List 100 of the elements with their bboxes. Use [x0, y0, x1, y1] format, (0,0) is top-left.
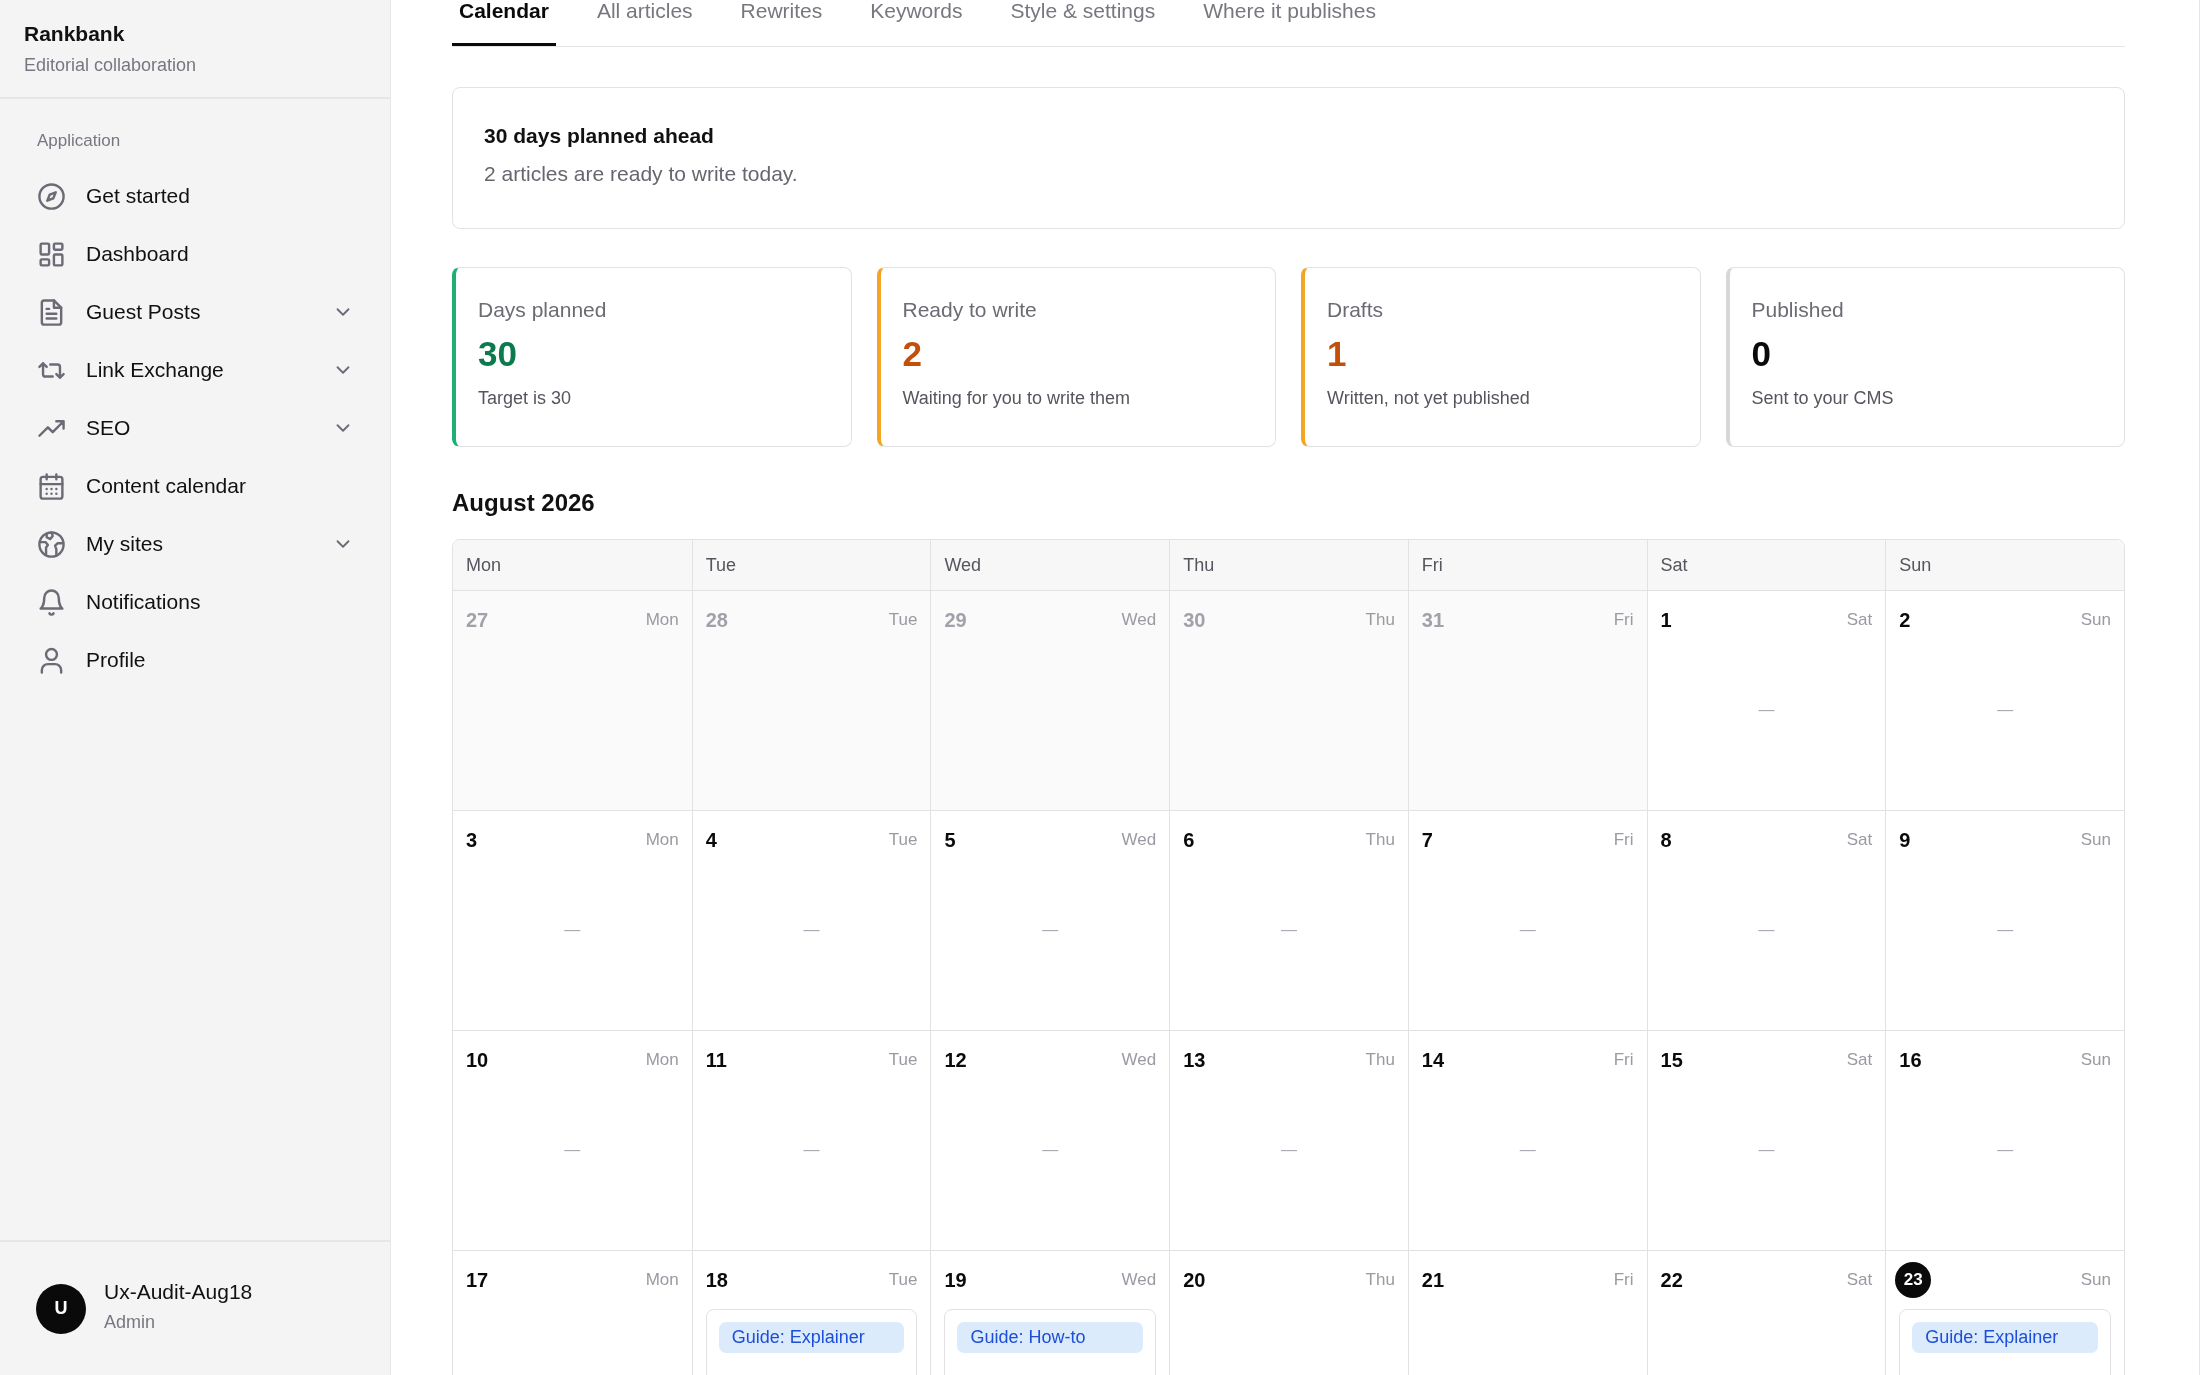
day-weekday: Mon	[645, 1050, 679, 1070]
day-cell[interactable]: 8 Sat —	[1646, 811, 1886, 1031]
summary-title: 30 days planned ahead	[484, 124, 714, 148]
sidebar-item[interactable]: Guest Posts	[0, 283, 390, 341]
day-number: 12	[944, 1048, 967, 1072]
day-cell[interactable]: 2 Sun —	[1885, 591, 2124, 811]
day-number: 22	[1660, 1268, 1683, 1292]
weekday-header: Mon	[453, 540, 692, 591]
user-role: Admin	[104, 1312, 156, 1333]
day-cell[interactable]: 13 Thu —	[1169, 1031, 1408, 1251]
day-weekday: Thu	[1365, 610, 1395, 630]
day-cell[interactable]: 1 Sat —	[1646, 591, 1886, 811]
day-number: 1	[1660, 608, 1672, 632]
day-weekday: Mon	[645, 830, 679, 850]
empty-day-mark: —	[1519, 1140, 1536, 1159]
day-number: 2	[1899, 608, 1911, 632]
empty-day-mark: —	[803, 920, 820, 939]
day-number: 19	[944, 1268, 967, 1292]
stat-label: Published	[1751, 298, 1844, 322]
tab[interactable]: Rewrites	[733, 0, 830, 46]
day-number: 16	[1899, 1048, 1922, 1072]
globe-icon	[37, 529, 66, 559]
sidebar-item[interactable]: Dashboard	[0, 225, 390, 283]
day-number: 14	[1421, 1048, 1445, 1072]
day-weekday: Wed	[1121, 830, 1157, 850]
article-card[interactable]: Guide: Explainer	[705, 1309, 918, 1375]
tab[interactable]: All articles	[589, 0, 700, 46]
stat-label: Drafts	[1327, 298, 1383, 322]
day-cell[interactable]: 6 Thu —	[1169, 811, 1408, 1031]
day-cell[interactable]: 9 Sun —	[1885, 811, 2124, 1031]
stat-label: Ready to write	[902, 298, 1037, 322]
day-cell[interactable]: 7 Fri —	[1407, 811, 1647, 1031]
day-weekday: Sun	[2080, 1050, 2111, 1070]
article-card[interactable]: Guide: How-to	[944, 1309, 1157, 1375]
day-number: 15	[1660, 1048, 1683, 1072]
stat-note: Sent to your CMS	[1751, 388, 1894, 409]
article-card[interactable]: Guide: Explainer	[1899, 1309, 2111, 1375]
stat-note: Target is 30	[478, 388, 572, 409]
article-tag: Guide: Explainer	[718, 1322, 905, 1353]
day-number: 20	[1183, 1268, 1206, 1292]
sidebar-item[interactable]: Notifications	[0, 573, 390, 631]
day-number: 3	[466, 828, 478, 852]
tab[interactable]: Where it publishes	[1196, 0, 1383, 46]
day-number: 11	[705, 1048, 727, 1072]
month-title: August 2026	[452, 489, 595, 517]
sidebar-item[interactable]: My sites	[0, 515, 390, 573]
day-weekday: Fri	[1613, 610, 1634, 630]
user-avatar[interactable]: U	[36, 1283, 86, 1334]
bell-icon	[37, 587, 66, 617]
weekday-header: Sun	[1885, 540, 2124, 591]
day-weekday: Mon	[645, 610, 679, 630]
day-weekday: Fri	[1613, 830, 1634, 850]
day-number: 30	[1183, 608, 1206, 632]
day-weekday: Wed	[1121, 1050, 1157, 1070]
sidebar-item[interactable]: Content calendar	[0, 457, 390, 515]
day-cell[interactable]: 4 Tue —	[691, 811, 931, 1031]
sidebar-item[interactable]: Link Exchange	[0, 341, 390, 399]
tab[interactable]: Style & settings	[1003, 0, 1163, 46]
stat-label: Days planned	[478, 298, 607, 322]
day-weekday: Sat	[1846, 610, 1873, 630]
empty-day-mark: —	[564, 920, 581, 939]
day-number: 5	[944, 828, 956, 852]
day-weekday: Sat	[1846, 1270, 1873, 1290]
empty-day-mark: —	[1042, 920, 1059, 939]
day-weekday: Fri	[1613, 1270, 1634, 1290]
day-cell[interactable]: 5 Wed —	[930, 811, 1170, 1031]
day-number: 6	[1183, 828, 1195, 852]
empty-day-mark: —	[564, 1140, 581, 1159]
day-number: 21	[1421, 1268, 1445, 1292]
day-number: 29	[944, 608, 967, 632]
user-name: Ux-Audit-Aug18	[104, 1280, 253, 1304]
day-cell[interactable]: 14 Fri —	[1407, 1031, 1647, 1251]
day-number: 7	[1421, 828, 1433, 852]
stat-value: 1	[1327, 334, 1347, 374]
tab[interactable]: Calendar	[452, 0, 556, 46]
day-cell[interactable]: 16 Sun —	[1885, 1031, 2124, 1251]
day-cell[interactable]: 15 Sat —	[1646, 1031, 1886, 1251]
weekday-header: Tue	[691, 540, 931, 591]
day-cell[interactable]: 12 Wed —	[930, 1031, 1170, 1251]
stat-note: Written, not yet published	[1327, 388, 1530, 409]
sidebar-item[interactable]: Profile	[0, 631, 390, 689]
dashboard-icon	[37, 239, 66, 269]
day-number: 23	[1895, 1262, 1932, 1298]
day-weekday: Wed	[1121, 1270, 1157, 1290]
empty-day-mark: —	[803, 1140, 820, 1159]
sidebar-item[interactable]: SEO	[0, 399, 390, 457]
day-number: 8	[1660, 828, 1672, 852]
section-label: Application	[37, 131, 121, 151]
stat-note: Waiting for you to write them	[902, 388, 1130, 409]
day-weekday: Thu	[1365, 1270, 1395, 1290]
empty-day-mark: —	[1997, 1140, 2014, 1159]
day-weekday: Wed	[1121, 610, 1157, 630]
stat-value: 2	[902, 334, 922, 374]
sidebar-item[interactable]: Get started	[0, 167, 390, 225]
empty-day-mark: —	[1997, 700, 2014, 719]
tab[interactable]: Keywords	[863, 0, 970, 46]
day-cell[interactable]: 11 Tue —	[691, 1031, 931, 1251]
calendar-icon	[37, 471, 66, 501]
day-weekday: Sun	[2080, 830, 2111, 850]
day-weekday: Tue	[888, 1050, 918, 1070]
